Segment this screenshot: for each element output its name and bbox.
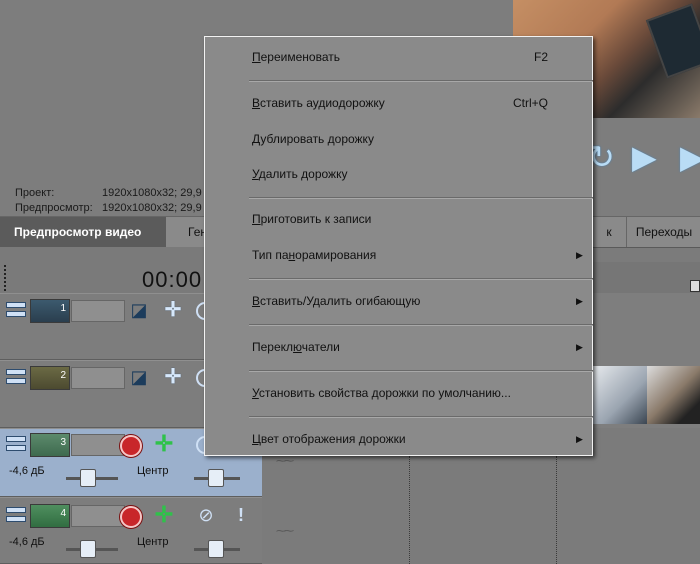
- record-arm-button[interactable]: [120, 506, 142, 528]
- ruler-marker[interactable]: [690, 280, 700, 292]
- volume-label: -4,6 дБ: [9, 465, 45, 477]
- play-icon[interactable]: ▶: [632, 138, 657, 176]
- pan-label: Центр: [137, 536, 169, 548]
- track-handle-icon[interactable]: [4, 433, 28, 455]
- menu-item-track-color[interactable]: Цвет отображения дорожки: [252, 429, 406, 449]
- shortcut-rename: F2: [533, 50, 548, 64]
- tab-video-preview[interactable]: Предпросмотр видео: [0, 217, 166, 247]
- menu-item-insert-envelope[interactable]: Вставить/Удалить огибающую: [252, 291, 420, 311]
- menu-item-panning-type[interactable]: Тип панорамирования: [252, 245, 376, 265]
- timeline-grip[interactable]: [4, 265, 12, 291]
- volume-label: -4,6 дБ: [9, 536, 45, 548]
- video-track-icon: 2: [30, 366, 70, 390]
- video-clip-thumbnail[interactable]: [647, 366, 700, 424]
- video-track-icon: 1: [30, 299, 70, 323]
- pan-label: Центр: [137, 465, 169, 477]
- submenu-arrow-icon: ▶: [576, 434, 583, 444]
- time-display: 00:00:: [142, 267, 210, 292]
- track-number: 4: [60, 508, 66, 519]
- shortcut-insert-audio-track: Ctrl+Q: [512, 96, 548, 110]
- menu-item-switches[interactable]: Переключатели: [252, 337, 340, 357]
- project-label: Проект:: [15, 187, 55, 199]
- menu-separator: [249, 278, 593, 280]
- track-handle-icon[interactable]: [4, 366, 28, 388]
- effects-icon[interactable]: ✛: [153, 504, 175, 526]
- menu-separator: [249, 370, 593, 372]
- mute-icon[interactable]: ⊘: [195, 504, 217, 526]
- preview-info-values: 1920x1080x32; 29,9 1920x1080x32; 29,9: [102, 186, 202, 216]
- track-name-field[interactable]: [71, 300, 125, 322]
- next-icon[interactable]: ▶: [680, 138, 700, 176]
- submenu-arrow-icon: ▶: [576, 296, 583, 306]
- track-handle-icon[interactable]: [4, 299, 28, 321]
- motion-icon[interactable]: ✛: [162, 299, 184, 321]
- preview-info-labels: Проект: Предпросмотр:: [15, 186, 93, 216]
- audio-waveform: ⁓⁓: [276, 456, 294, 467]
- menu-separator: [249, 324, 593, 326]
- track-name-field[interactable]: [71, 367, 125, 389]
- grid-line: [556, 456, 557, 564]
- menu-item-prepare-record[interactable]: Приготовить к записи: [252, 209, 371, 229]
- menu-separator: [249, 80, 593, 82]
- audio-track-icon: 3: [30, 433, 70, 457]
- submenu-arrow-icon: ▶: [576, 250, 583, 260]
- track-number: 1: [60, 303, 66, 314]
- effects-icon[interactable]: ✛: [153, 433, 175, 455]
- preview-value: 1920x1080x32; 29,9: [102, 202, 202, 214]
- track-handle-icon[interactable]: [4, 504, 28, 526]
- volume-slider-knob[interactable]: [80, 540, 96, 558]
- track-name-field[interactable]: [71, 434, 125, 456]
- menu-separator: [249, 197, 593, 199]
- record-arm-button[interactable]: [120, 435, 142, 457]
- solo-icon[interactable]: !: [230, 504, 252, 526]
- menu-item-set-default-properties[interactable]: Установить свойства дорожки по умолчанию…: [252, 383, 511, 403]
- volume-slider-knob[interactable]: [80, 469, 96, 487]
- menu-item-duplicate-track[interactable]: Дублировать дорожку: [252, 129, 374, 149]
- menu-item-insert-audio-track[interactable]: Вставить аудиодорожку: [252, 93, 385, 113]
- tab-transitions[interactable]: Переходы: [626, 217, 700, 247]
- grid-line: [409, 456, 410, 564]
- track-number: 3: [60, 437, 66, 448]
- motion-icon[interactable]: ✛: [162, 366, 184, 388]
- menu-item-rename[interactable]: Переименовать: [252, 47, 340, 67]
- tab-partial[interactable]: к: [590, 217, 627, 247]
- pan-slider-knob[interactable]: [208, 469, 224, 487]
- video-clip-thumbnail[interactable]: [591, 366, 647, 424]
- track-context-menu: Переименовать F2 Вставить аудиодорожку C…: [204, 36, 593, 456]
- audio-waveform: ⁓⁓: [276, 526, 294, 537]
- track-lane-4[interactable]: [262, 497, 700, 564]
- menu-item-delete-track[interactable]: Удалить дорожку: [252, 164, 347, 184]
- compositing-icon[interactable]: ◪: [128, 299, 150, 321]
- project-value: 1920x1080x32; 29,9: [102, 187, 202, 199]
- menu-separator: [249, 416, 593, 418]
- pan-slider-knob[interactable]: [208, 540, 224, 558]
- audio-track-icon: 4: [30, 504, 70, 528]
- track-number: 2: [60, 370, 66, 381]
- compositing-icon[interactable]: ◪: [128, 366, 150, 388]
- track-name-field[interactable]: [71, 505, 125, 527]
- submenu-arrow-icon: ▶: [576, 342, 583, 352]
- preview-label: Предпросмотр:: [15, 202, 93, 214]
